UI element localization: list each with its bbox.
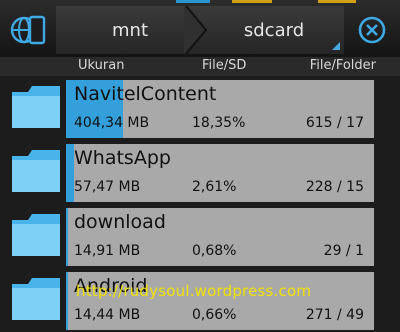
- folder-name: download: [74, 211, 166, 233]
- folder-count: 271 / 49: [305, 307, 364, 323]
- status-strip: [318, 0, 356, 3]
- breadcrumb-mnt[interactable]: mnt: [56, 6, 204, 54]
- folder-name: NavitelContent: [74, 83, 217, 105]
- status-strip: [176, 0, 210, 3]
- column-percent: File/SD: [202, 58, 247, 73]
- dropdown-corner-icon: [332, 42, 340, 50]
- breadcrumb-sdcard[interactable]: sdcard: [204, 6, 344, 54]
- close-circle-icon: [358, 16, 386, 44]
- breadcrumb-label: mnt: [112, 19, 148, 41]
- folder-size: 57,47 MB: [74, 179, 141, 195]
- folder-count: 615 / 17: [305, 115, 364, 131]
- column-header: Ukuran File/SD File/Folder: [0, 57, 400, 76]
- storage-select-button[interactable]: [4, 6, 54, 54]
- folder-icon: [12, 214, 60, 256]
- top-bar: mnt sdcard: [0, 0, 400, 57]
- close-button[interactable]: [348, 6, 396, 54]
- folder-card: Android 14,44 MB 0,66% 271 / 49: [66, 272, 374, 330]
- folder-card: NavitelContent 404,34 MB 18,35% 615 / 17: [66, 80, 374, 138]
- folder-icon: [12, 278, 60, 320]
- list-item[interactable]: WhatsApp 57,47 MB 2,61% 228 / 15: [0, 140, 400, 204]
- column-count: File/Folder: [309, 58, 376, 73]
- status-strip: [232, 0, 272, 3]
- list-item[interactable]: NavitelContent 404,34 MB 18,35% 615 / 17: [0, 76, 400, 140]
- watermark-text: http://rudysoul.wordpress.com: [76, 282, 312, 300]
- folder-size: 14,91 MB: [74, 243, 141, 259]
- folder-count: 228 / 15: [305, 179, 364, 195]
- folder-icon: [12, 150, 60, 192]
- folder-percent: 2,61%: [192, 179, 237, 195]
- folder-icon: [12, 86, 60, 128]
- folder-size: 404,34 MB: [74, 115, 150, 131]
- folder-name: WhatsApp: [74, 147, 171, 169]
- folder-card: WhatsApp 57,47 MB 2,61% 228 / 15: [66, 144, 374, 202]
- folder-count: 29 / 1: [323, 243, 364, 259]
- folder-percent: 0,66%: [192, 307, 237, 323]
- folder-percent: 18,35%: [192, 115, 246, 131]
- breadcrumb-separator-icon: [184, 6, 208, 54]
- usage-bar: [66, 272, 69, 330]
- usage-bar: [66, 208, 69, 266]
- column-size: Ukuran: [78, 58, 125, 73]
- device-storage-icon: [10, 15, 46, 45]
- list-item[interactable]: download 14,91 MB 0,68% 29 / 1: [0, 204, 400, 268]
- usage-bar: [66, 144, 75, 202]
- breadcrumb-label: sdcard: [243, 19, 305, 41]
- folder-card: download 14,91 MB 0,68% 29 / 1: [66, 208, 374, 266]
- list-item[interactable]: Android 14,44 MB 0,66% 271 / 49: [0, 268, 400, 332]
- folder-percent: 0,68%: [192, 243, 237, 259]
- folder-size: 14,44 MB: [74, 307, 141, 323]
